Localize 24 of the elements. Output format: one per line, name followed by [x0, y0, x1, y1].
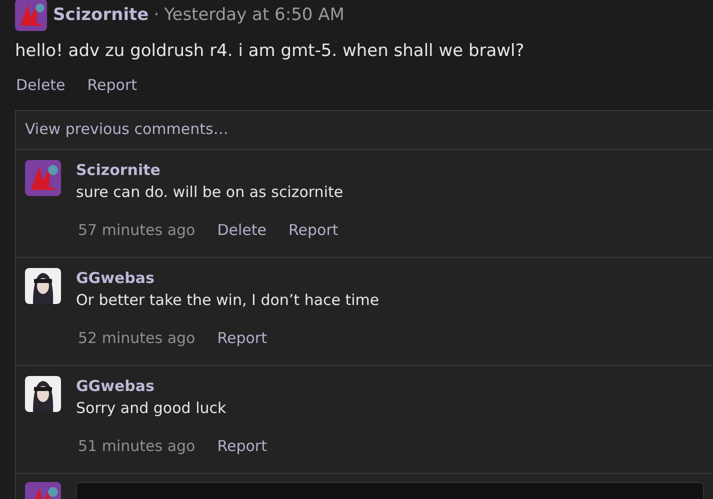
comment-author[interactable]: Scizornite	[76, 161, 344, 179]
comment-text: Sorry and good luck	[76, 399, 228, 417]
author-name[interactable]: Scizornite	[53, 5, 149, 25]
post-text: hello! adv zu goldrush r4. i am gmt-5. when shall we brawl?	[15, 41, 526, 61]
comment-text: Or better take the win, I don’t hace time	[76, 291, 380, 309]
avatar-icon	[25, 160, 61, 196]
comment-author[interactable]: GGwebas	[76, 377, 267, 395]
avatar-icon	[25, 376, 61, 412]
post-time: Yesterday at 6:50 AM	[164, 5, 344, 25]
comment-time: 52 minutes ago	[78, 329, 196, 347]
separator: ·	[154, 5, 160, 25]
action-link[interactable]: Report	[217, 329, 267, 347]
action-link[interactable]: Report	[217, 437, 267, 455]
comment-time: 51 minutes ago	[78, 437, 196, 455]
action-link[interactable]: Delete	[16, 76, 66, 94]
action-link[interactable]: Report	[87, 76, 138, 94]
action-link[interactable]: Report	[288, 221, 338, 239]
avatar-icon	[25, 268, 61, 304]
action-link[interactable]: Delete	[217, 221, 267, 239]
avatar-icon	[15, 0, 47, 31]
view-previous-link[interactable]: View previous comments…	[16, 111, 713, 150]
comment-text: sure can do. will be on as scizornite	[76, 183, 344, 201]
comment-author[interactable]: GGwebas	[76, 269, 380, 287]
comment-time: 57 minutes ago	[78, 221, 196, 239]
